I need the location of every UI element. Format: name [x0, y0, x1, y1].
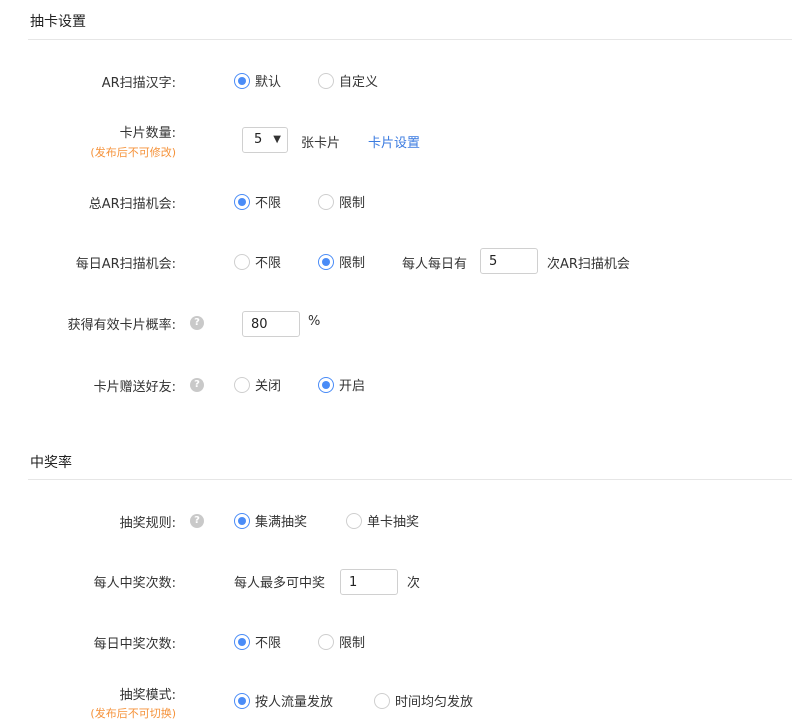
radio-collect-all-label: 集满抽奖 [255, 515, 308, 530]
probability-input[interactable] [242, 311, 300, 337]
ar-scan-text-label: AR扫描汉字: [101, 76, 176, 91]
radio-total-unlimited-label: 不限 [255, 196, 282, 211]
radio-default[interactable]: 默认 [234, 71, 281, 90]
radio-daily-unlimited[interactable]: 不限 [234, 252, 281, 271]
radio-daily-limited[interactable]: 限制 [318, 252, 365, 271]
radio-single-card[interactable]: 单卡抽奖 [346, 511, 419, 530]
probability-label: 获得有效卡片概率: [67, 318, 176, 333]
radio-gift-on-label: 开启 [339, 379, 366, 394]
divider [28, 479, 792, 480]
total-ar-label: 总AR扫描机会: [88, 197, 176, 212]
radio-total-limited-label: 限制 [339, 196, 366, 211]
radio-unchecked-icon [374, 692, 390, 709]
radio-checked-icon [318, 253, 334, 270]
radio-single-card-label: 单卡抽奖 [367, 515, 420, 530]
radio-checked-icon [234, 72, 250, 89]
radio-daily-limited-label: 限制 [339, 256, 366, 271]
card-count-label: 卡片数量: [119, 126, 176, 141]
question-icon[interactable]: ? [190, 316, 204, 330]
rule-label: 抽奖规则: [119, 516, 176, 531]
radio-gift-off-label: 关闭 [255, 379, 282, 394]
radio-custom[interactable]: 自定义 [318, 71, 378, 90]
radio-unchecked-icon [234, 253, 250, 270]
radio-default-label: 默认 [255, 75, 282, 90]
gift-label: 卡片赠送好友: [93, 380, 176, 395]
radio-checked-icon [234, 633, 250, 650]
daily-ar-label: 每日AR扫描机会: [75, 257, 176, 272]
mode-note: (发布后不可切换) [90, 707, 176, 720]
radio-gift-off[interactable]: 关闭 [234, 375, 281, 394]
section-title-win-rate: 中奖率 [30, 455, 72, 471]
divider [28, 39, 792, 40]
radio-by-time-label: 时间均匀发放 [395, 695, 474, 710]
chevron-down-icon: ▼ [273, 134, 281, 145]
radio-total-unlimited[interactable]: 不限 [234, 192, 281, 211]
radio-daily-unlimited-label: 不限 [255, 256, 282, 271]
radio-by-traffic[interactable]: 按人流量发放 [234, 691, 333, 710]
radio-daily-win-limited[interactable]: 限制 [318, 632, 365, 651]
radio-unchecked-icon [318, 72, 334, 89]
section-title-card-settings: 抽卡设置 [30, 14, 86, 30]
radio-gift-on[interactable]: 开启 [318, 375, 365, 394]
win-times-suffix: 次 [407, 576, 421, 591]
card-count-note: (发布后不可修改) [90, 146, 176, 159]
win-times-label: 每人中奖次数: [93, 576, 176, 591]
card-count-select-value: 5 [254, 132, 263, 147]
daily-ar-suffix: 次AR扫描机会 [547, 257, 630, 272]
radio-daily-win-limited-label: 限制 [339, 636, 366, 651]
radio-total-limited[interactable]: 限制 [318, 192, 365, 211]
radio-checked-icon [234, 512, 250, 529]
radio-checked-icon [234, 692, 250, 709]
probability-unit: % [308, 314, 321, 329]
radio-daily-win-unlimited-label: 不限 [255, 636, 282, 651]
radio-by-time[interactable]: 时间均匀发放 [374, 691, 473, 710]
daily-ar-prefix: 每人每日有 [402, 257, 468, 272]
radio-unchecked-icon [234, 376, 250, 393]
card-count-select[interactable]: 5 ▼ [242, 127, 288, 153]
radio-unchecked-icon [318, 633, 334, 650]
daily-win-label: 每日中奖次数: [93, 637, 176, 652]
mode-label: 抽奖模式: [119, 688, 176, 703]
radio-checked-icon [318, 376, 334, 393]
question-icon[interactable]: ? [190, 514, 204, 528]
win-times-prefix: 每人最多可中奖 [234, 576, 326, 591]
radio-custom-label: 自定义 [339, 75, 379, 90]
radio-by-traffic-label: 按人流量发放 [255, 695, 334, 710]
win-times-input[interactable] [340, 569, 398, 595]
radio-checked-icon [234, 193, 250, 210]
radio-collect-all[interactable]: 集满抽奖 [234, 511, 307, 530]
daily-ar-input[interactable] [480, 248, 538, 274]
card-settings-link[interactable]: 卡片设置 [368, 132, 420, 151]
question-icon[interactable]: ? [190, 378, 204, 392]
radio-daily-win-unlimited[interactable]: 不限 [234, 632, 281, 651]
card-count-unit: 张卡片 [301, 136, 341, 151]
radio-unchecked-icon [346, 512, 362, 529]
radio-unchecked-icon [318, 193, 334, 210]
